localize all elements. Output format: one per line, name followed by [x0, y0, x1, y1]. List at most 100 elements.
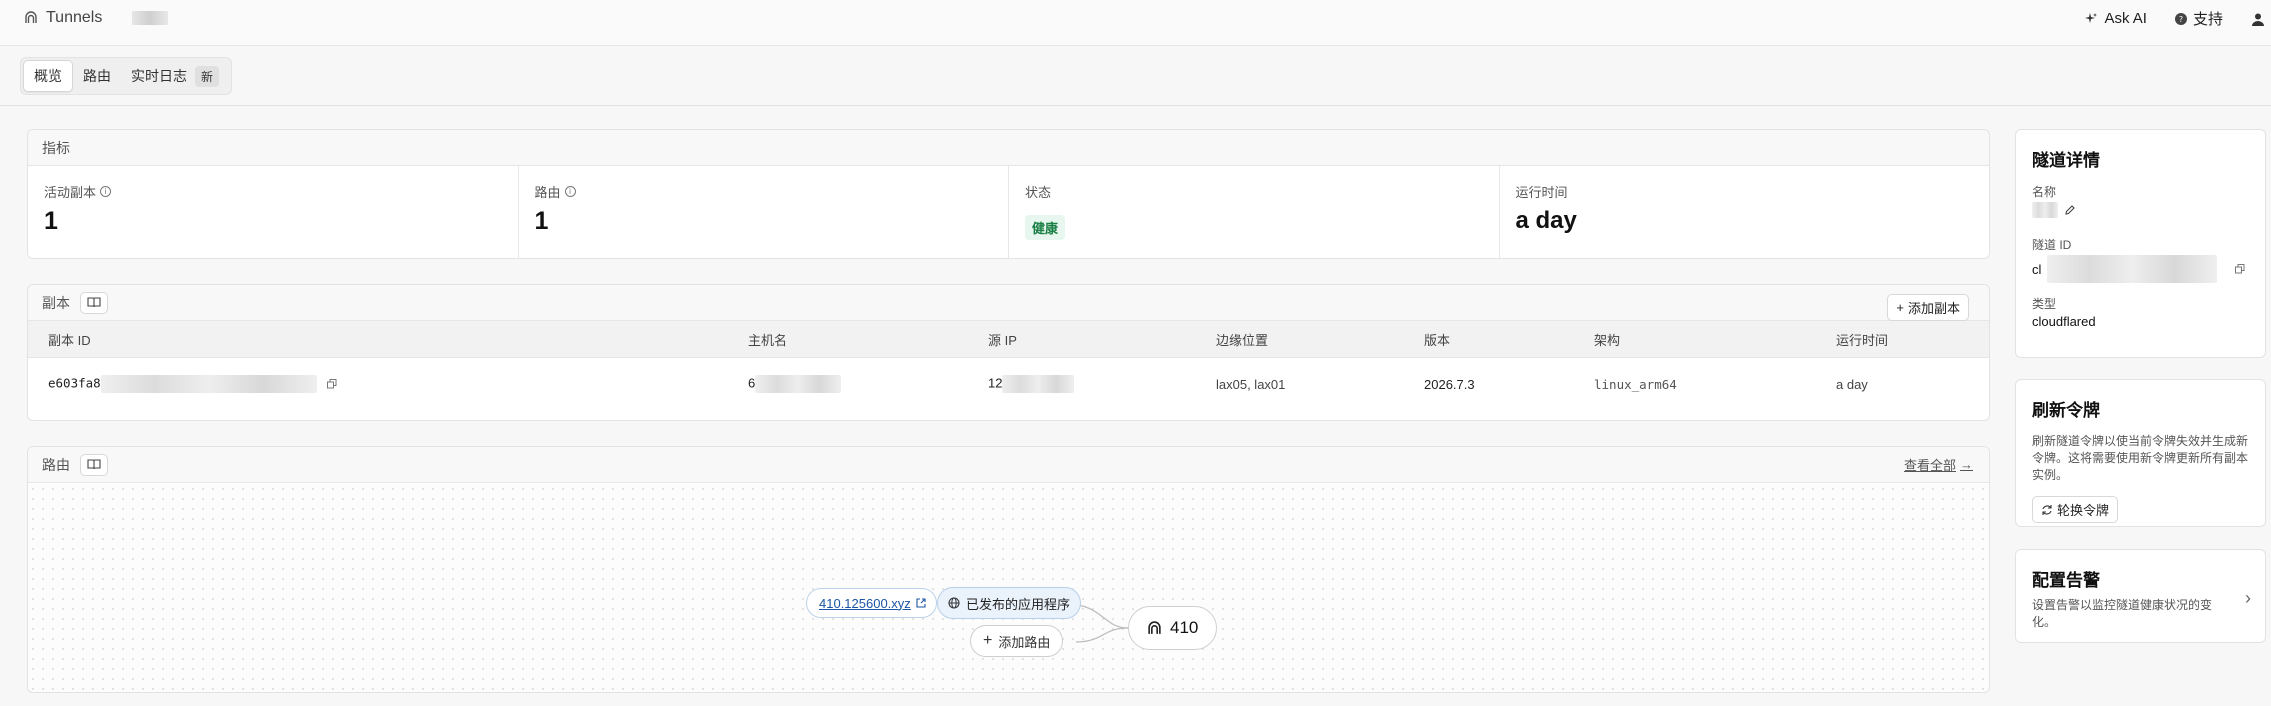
refresh-description: 刷新隧道令牌以使当前令牌失效并生成新令牌。这将需要使用新令牌更新所有副本实例。	[2032, 434, 2249, 482]
published-app-label: 已发布的应用程序	[966, 596, 1071, 612]
replica-id-text: e603fa8	[48, 375, 101, 391]
chevron-right-icon: ›	[2245, 588, 2251, 608]
rotate-token-button[interactable]: 轮换令牌	[2032, 496, 2119, 523]
hostname-link[interactable]: 410.125600.xyz	[819, 596, 911, 611]
route-graph-canvas[interactable]: 410.125600.xyz 已发布的应用程序 + 添加路由 410	[28, 484, 1989, 692]
support-button[interactable]: ? 支持	[2174, 8, 2223, 29]
metric-value: 1	[534, 207, 549, 235]
cell-arch: linux_arm64	[1594, 376, 1677, 392]
docs-button[interactable]	[80, 291, 108, 314]
metric-label: 活动副本	[44, 185, 97, 200]
info-icon[interactable]: i	[100, 186, 112, 197]
tab-bar: 概览 路由 实时日志 新	[20, 57, 233, 95]
metric-value: 1	[44, 207, 58, 235]
view-all-link[interactable]: 查看全部 →	[1904, 455, 1973, 474]
copy-icon[interactable]	[2235, 264, 2245, 274]
refresh-title: 刷新令牌	[2032, 401, 2100, 420]
breadcrumb-title[interactable]: Tunnels	[46, 9, 102, 27]
view-all-label: 查看全部	[1903, 458, 1956, 473]
tunnel-icon	[1148, 620, 1161, 634]
rotate-token-label: 轮换令牌	[2057, 503, 2110, 518]
help-icon: ?	[2174, 12, 2187, 25]
name-value	[2032, 202, 2249, 218]
status-badge: 健康	[1025, 215, 1066, 240]
ask-ai-label: Ask AI	[2104, 10, 2147, 27]
sparkle-icon	[2085, 12, 2098, 23]
top-bar: Tunnels Ask AI ? 支持	[0, 0, 2271, 46]
type-label: 类型	[2032, 297, 2057, 311]
metric-routes: 路由 i 1	[519, 166, 1009, 259]
id-label: 隧道 ID	[2032, 238, 2072, 252]
tunnel-node-label: 410	[1170, 618, 1199, 637]
metric-status: 状态 健康	[1009, 166, 1500, 259]
globe-icon	[948, 597, 960, 609]
column-header: 主机名	[748, 332, 788, 348]
metric-label: 路由	[534, 185, 561, 200]
replicas-header: 副本 + 添加副本	[28, 285, 1989, 321]
name-label: 名称	[2032, 185, 2057, 199]
plus-icon: +	[1896, 300, 1904, 315]
metric-label: 运行时间	[1515, 185, 1568, 200]
column-header: 源 IP	[988, 332, 1017, 348]
user-icon	[2252, 13, 2264, 26]
tab-overview[interactable]: 概览	[23, 60, 73, 92]
tab-live-logs-label: 实时日志	[131, 68, 187, 84]
redacted-value	[100, 375, 317, 393]
add-replica-button[interactable]: + 添加副本	[1887, 294, 1969, 321]
cell-edge: lax05, lax01	[1216, 376, 1286, 392]
metric-label: 状态	[1025, 185, 1052, 200]
tunnel-icon	[24, 11, 38, 25]
column-header: 架构	[1594, 332, 1621, 348]
add-route-button[interactable]: + 添加路由	[970, 625, 1064, 657]
details-title: 隧道详情	[2032, 151, 2100, 170]
routes-title: 路由	[42, 456, 70, 473]
header-divider	[0, 105, 2271, 106]
tab-routes[interactable]: 路由	[73, 60, 121, 92]
ask-ai-button[interactable]: Ask AI	[2084, 10, 2147, 27]
alerts-description: 设置告警以监控隧道健康状况的变化。	[2032, 598, 2213, 629]
new-badge: 新	[195, 65, 220, 87]
metrics-header: 指标	[28, 130, 1989, 166]
book-icon	[87, 459, 101, 470]
external-link-icon	[916, 598, 926, 608]
redacted-value	[2047, 255, 2218, 283]
type-value: cloudflared	[2032, 314, 2096, 329]
cell-uptime: a day	[1836, 376, 1868, 392]
redacted-tunnel-name	[132, 11, 169, 25]
published-app-node[interactable]: 已发布的应用程序	[937, 587, 1082, 619]
redacted-value	[2032, 202, 2058, 218]
docs-button[interactable]	[80, 453, 108, 476]
table-row: e603fa8 6 12 lax05, lax01 2026.7.3 linux…	[28, 358, 1989, 410]
column-header: 副本 ID	[48, 332, 91, 348]
tunnel-node[interactable]: 410	[1128, 606, 1218, 650]
id-value: cl	[2032, 255, 2249, 283]
copy-icon[interactable]	[327, 379, 337, 389]
support-label: 支持	[2192, 11, 2223, 28]
cell-hostname: 6	[728, 375, 968, 393]
refresh-icon	[2042, 504, 2052, 515]
cell-version: 2026.7.3	[1424, 376, 1475, 392]
routes-header: 路由 查看全部 →	[28, 447, 1989, 483]
id-prefix: cl	[2032, 261, 2042, 277]
add-route-label: 添加路由	[998, 634, 1051, 650]
tunnel-details-card: 隧道详情 名称 隧道 ID cl 类型 cloudflared	[2015, 129, 2266, 358]
breadcrumb: Tunnels	[24, 9, 169, 27]
hostname-node[interactable]: 410.125600.xyz	[806, 588, 937, 618]
user-menu-button[interactable]	[2251, 12, 2265, 26]
column-header: 边缘位置	[1216, 332, 1269, 348]
hostname-text: 6	[748, 375, 756, 391]
info-icon[interactable]: i	[564, 186, 576, 197]
replicas-title: 副本	[42, 294, 70, 311]
replicas-table-header: 副本 ID 主机名 源 IP 边缘位置 版本 架构 运行时间	[28, 321, 1989, 358]
cell-replica-id: e603fa8	[28, 375, 728, 393]
metric-uptime: 运行时间 a day	[1500, 166, 1990, 259]
refresh-token-card: 刷新令牌 刷新隧道令牌以使当前令牌失效并生成新令牌。这将需要使用新令牌更新所有副…	[2015, 379, 2266, 527]
configure-alerts-card[interactable]: 配置告警 设置告警以监控隧道健康状况的变化。 ›	[2015, 549, 2266, 643]
edit-icon[interactable]	[2064, 204, 2076, 216]
cell-source-ip: 12	[968, 375, 1196, 393]
column-header: 版本	[1424, 332, 1451, 348]
arrow-right-icon: →	[1960, 457, 1973, 472]
metrics-card: 指标 活动副本 i 1 路由 i 1 状态 健康 运行时间 a day	[27, 129, 1990, 259]
redacted-value	[1002, 375, 1075, 393]
tab-live-logs[interactable]: 实时日志 新	[121, 60, 229, 92]
